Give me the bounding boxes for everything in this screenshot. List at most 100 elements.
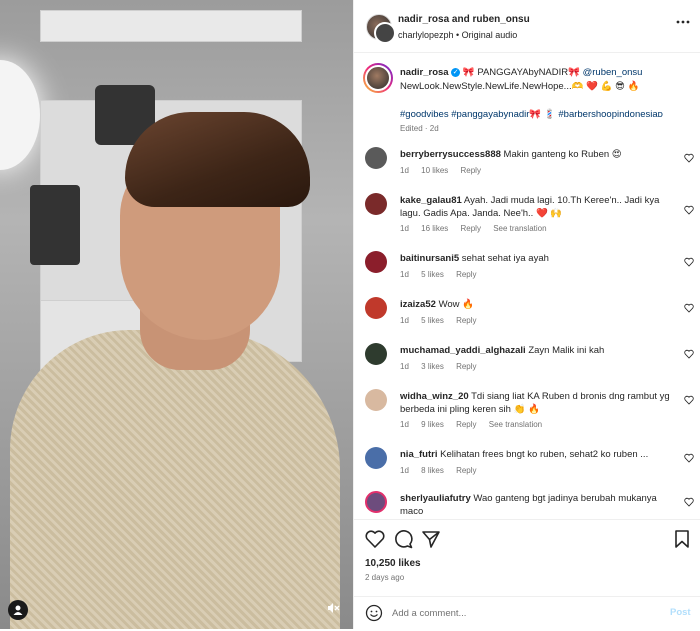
person-bathrobe: [10, 330, 340, 629]
comment-text: sherlyauliafutry Wao ganteng bgt jadinya…: [400, 492, 670, 518]
like-comment-heart-icon[interactable]: [684, 205, 694, 215]
add-comment-bar: Post: [354, 596, 700, 631]
like-comment-heart-icon[interactable]: [684, 497, 694, 507]
comment-username[interactable]: izaiza52: [400, 299, 436, 310]
comment-likes[interactable]: 10 likes: [421, 166, 448, 175]
comment-username[interactable]: sherlyauliafutry: [400, 493, 471, 504]
reply-button[interactable]: Reply: [456, 420, 476, 429]
comment-username[interactable]: baitinursani5: [400, 253, 459, 264]
comment-avatar[interactable]: [365, 389, 387, 411]
comment-item: sherlyauliafutry Wao ganteng bgt jadinya…: [354, 491, 700, 519]
like-comment-heart-icon[interactable]: [684, 395, 694, 405]
reply-button[interactable]: Reply: [456, 270, 476, 279]
post-caption: nadir_rosa ✓ 🎀 PANGGAYAbyNADIR🎀 @ruben_o…: [400, 66, 692, 136]
caption-mention[interactable]: @ruben_onsu: [583, 67, 643, 78]
more-options-icon[interactable]: [676, 20, 690, 24]
comment-meta: 1d 3 likes Reply: [400, 362, 487, 371]
mute-icon: [328, 603, 340, 613]
comment-text: nia_futri Kelihatan frees bngt ko ruben,…: [400, 448, 670, 461]
comment-avatar[interactable]: [365, 251, 387, 273]
reply-button[interactable]: Reply: [461, 166, 481, 175]
comment-avatar[interactable]: [365, 147, 387, 169]
wall-shelf: [40, 10, 302, 42]
comment-text: baitinursani5 sehat sehat iya ayah: [400, 252, 670, 265]
comments-scroll-area[interactable]: nadir_rosa ✓ 🎀 PANGGAYAbyNADIR🎀 @ruben_o…: [354, 53, 700, 519]
comment-avatar[interactable]: [365, 193, 387, 215]
comment-username[interactable]: berryberrysuccess888: [400, 149, 501, 160]
like-comment-heart-icon[interactable]: [684, 453, 694, 463]
comment-age: 1d: [400, 224, 409, 233]
comment-body: Makin ganteng ko Ruben 😍: [503, 149, 622, 160]
share-send-icon[interactable]: [420, 528, 442, 550]
comment-item: izaiza52 Wow 🔥 1d 5 likes Reply: [354, 297, 700, 343]
emoji-icon[interactable]: [365, 604, 383, 622]
comment-body: Zayn Malik ini kah: [528, 345, 605, 356]
collaborator-avatar[interactable]: [374, 22, 396, 44]
tagged-user-button[interactable]: [8, 600, 28, 620]
comment-username[interactable]: muchamad_yaddi_alghazali: [400, 345, 526, 356]
comment-likes[interactable]: 16 likes: [421, 224, 448, 233]
save-bookmark-icon[interactable]: [671, 528, 693, 550]
comment-likes[interactable]: 5 likes: [421, 270, 444, 279]
comment-text: berryberrysuccess888 Makin ganteng ko Ru…: [400, 148, 670, 161]
comment-likes[interactable]: 9 likes: [421, 420, 444, 429]
comment-item: kake_galau81 Ayah. Jadi muda lagi. 10.Th…: [354, 193, 700, 239]
comment-avatar[interactable]: [365, 491, 387, 513]
see-translation-button[interactable]: See translation: [489, 420, 542, 429]
comment-body: Wow 🔥: [438, 299, 474, 310]
like-heart-icon[interactable]: [364, 528, 386, 550]
comment-likes[interactable]: 5 likes: [421, 316, 444, 325]
comment-input[interactable]: [392, 604, 642, 622]
comment-avatar[interactable]: [365, 447, 387, 469]
comment-likes[interactable]: 3 likes: [421, 362, 444, 371]
comment-age: 1d: [400, 270, 409, 279]
user-icon: [13, 605, 23, 615]
comment-item: widha_winz_20 Tdi siang liat KA Ruben d …: [354, 389, 700, 435]
comment-meta: 1d 5 likes Reply: [400, 270, 487, 279]
comment-age: 1d: [400, 166, 409, 175]
reply-button[interactable]: Reply: [461, 224, 481, 233]
like-count[interactable]: 10,250 likes: [365, 558, 421, 569]
comment-item: baitinursani5 sehat sehat iya ayah 1d 5 …: [354, 251, 700, 297]
comment-age: 1d: [400, 362, 409, 371]
comment-text: muchamad_yaddi_alghazali Zayn Malik ini …: [400, 344, 670, 357]
like-comment-heart-icon[interactable]: [684, 153, 694, 163]
reply-button[interactable]: Reply: [456, 466, 476, 475]
caption-author-avatar[interactable]: [363, 63, 393, 93]
comment-username[interactable]: widha_winz_20: [400, 391, 469, 402]
caption-hashtags[interactable]: #goodvibes #panggayabynadir🎀: [400, 109, 541, 120]
like-comment-heart-icon[interactable]: [684, 303, 694, 313]
post-button[interactable]: Post: [670, 607, 691, 618]
comment-meta: 1d 10 likes Reply: [400, 166, 491, 175]
comment-likes[interactable]: 8 likes: [421, 466, 444, 475]
see-translation-button[interactable]: See translation: [493, 224, 546, 233]
reply-button[interactable]: Reply: [456, 316, 476, 325]
caption-hashtag-barbershop[interactable]: #barbershoopindonesiaᴅ: [558, 109, 663, 120]
lamp-glow: [0, 60, 40, 170]
caption-username[interactable]: nadir_rosa: [400, 67, 449, 78]
comment-item: muchamad_yaddi_alghazali Zayn Malik ini …: [354, 343, 700, 389]
comment-item: berryberrysuccess888 Makin ganteng ko Ru…: [354, 147, 700, 193]
post-footer: 10,250 likes 2 days ago Post: [354, 519, 700, 630]
background-bottle: [30, 185, 80, 265]
like-comment-heart-icon[interactable]: [684, 257, 694, 267]
reply-button[interactable]: Reply: [456, 362, 476, 371]
post-media[interactable]: [0, 0, 353, 629]
comment-avatar[interactable]: [365, 297, 387, 319]
audio-info[interactable]: charlylopezph • Original audio: [398, 30, 517, 40]
comment-meta: 1d 5 likes Reply: [400, 316, 487, 325]
post-authors[interactable]: nadir_rosa and ruben_onsu: [398, 14, 530, 25]
verified-badge-icon: ✓: [451, 67, 461, 77]
comment-username[interactable]: kake_galau81: [400, 195, 462, 206]
comment-text: izaiza52 Wow 🔥: [400, 298, 670, 311]
post-timestamp: 2 days ago: [365, 573, 405, 582]
comment-meta: 1d 9 likes Reply See translation: [400, 420, 552, 429]
comment-bubble-icon[interactable]: [392, 528, 414, 550]
mute-button[interactable]: [323, 598, 343, 618]
caption-line1: 🎀 PANGGAYAbyNADIR🎀: [462, 67, 580, 78]
person-hair: [125, 112, 310, 207]
like-comment-heart-icon[interactable]: [684, 349, 694, 359]
comment-body: Kelihatan frees bngt ko ruben, sehat2 ko…: [440, 449, 649, 460]
comment-username[interactable]: nia_futri: [400, 449, 437, 460]
comment-avatar[interactable]: [365, 343, 387, 365]
